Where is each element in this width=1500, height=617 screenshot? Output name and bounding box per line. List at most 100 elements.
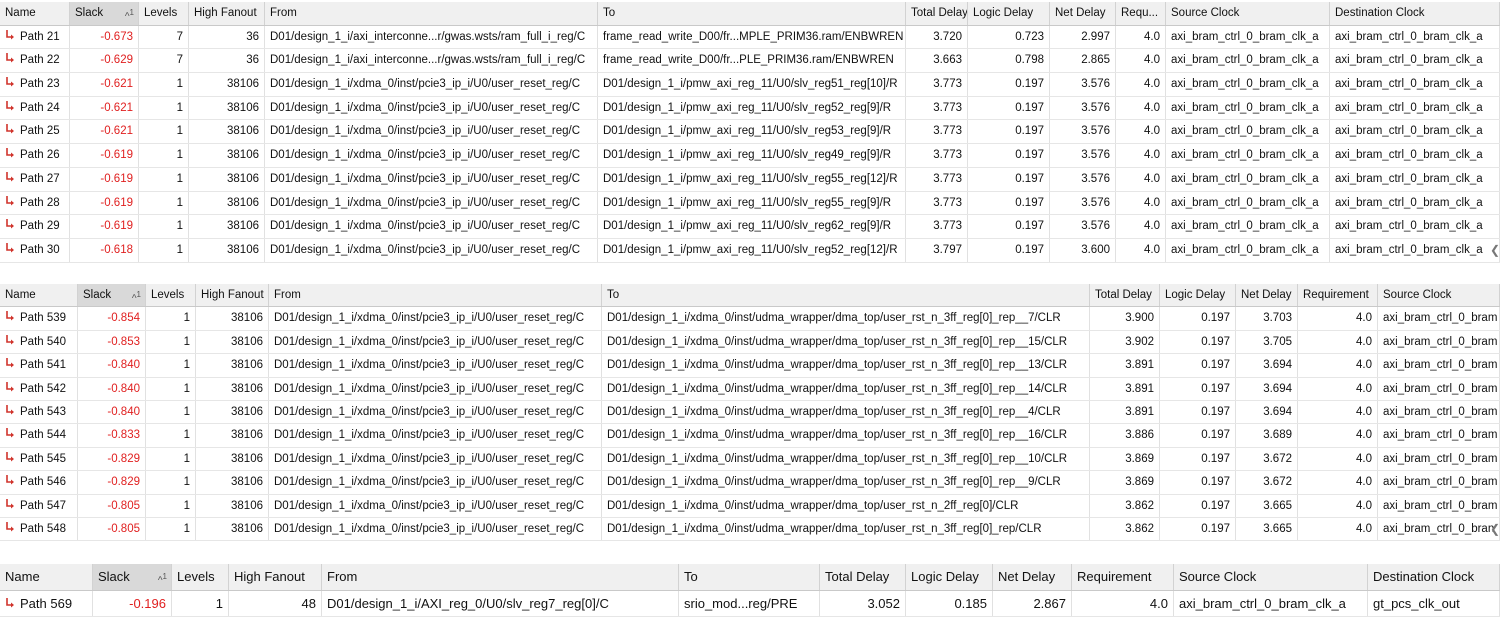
column-header-logic-delay[interactable]: Logic Delay [968, 2, 1050, 25]
cell-from: D01/design_1_i/xdma_0/inst/pcie3_ip_i/U0… [265, 144, 598, 167]
table-row[interactable]: Path 548-0.805138106D01/design_1_i/xdma_… [0, 518, 1500, 541]
path-arrow-icon [5, 335, 15, 346]
column-header-name[interactable]: Name [0, 2, 70, 25]
cell-source-clock: axi_bram_ctrl_0_bram_clk_a [1166, 168, 1330, 191]
column-header-total-delay[interactable]: Total Delay [820, 564, 906, 590]
table-row[interactable]: Path 28-0.619138106D01/design_1_i/xdma_0… [0, 192, 1500, 216]
column-header-net-delay[interactable]: Net Delay [993, 564, 1072, 590]
column-header-to[interactable]: To [679, 564, 820, 590]
cell-to: frame_read_write_D00/fr...MPLE_PRIM36.ra… [598, 26, 906, 49]
table-row[interactable]: Path 539-0.854138106D01/design_1_i/xdma_… [0, 307, 1500, 330]
cell-net-delay: 3.665 [1236, 495, 1298, 517]
column-header-destination-clock[interactable]: Destination Clock [1330, 2, 1500, 25]
path-name: Path 542 [20, 383, 66, 395]
table-row[interactable]: Path 23-0.621138106D01/design_1_i/xdma_0… [0, 73, 1500, 97]
column-header-slack[interactable]: Slack^1 [93, 564, 172, 590]
column-header-logic-delay[interactable]: Logic Delay [1160, 284, 1236, 306]
column-header-source-clock[interactable]: Source Clock [1174, 564, 1368, 590]
table-row[interactable]: Path 21-0.673736D01/design_1_i/axi_inter… [0, 26, 1500, 50]
cell-logic-delay: 0.197 [1160, 424, 1236, 446]
table-row[interactable]: Path 27-0.619138106D01/design_1_i/xdma_0… [0, 168, 1500, 192]
table-row[interactable]: Path 542-0.840138106D01/design_1_i/xdma_… [0, 378, 1500, 401]
cell-levels: 1 [146, 471, 196, 493]
column-header-levels[interactable]: Levels [139, 2, 189, 25]
column-header-label: Name [5, 7, 36, 19]
cell-net-delay: 3.576 [1050, 168, 1116, 191]
column-header-slack[interactable]: Slack^1 [70, 2, 139, 25]
cell-levels: 7 [139, 26, 189, 49]
column-header-total-delay[interactable]: Total Delay [906, 2, 968, 25]
cell-name: Path 542 [0, 378, 78, 400]
cell-net-delay: 2.865 [1050, 49, 1116, 72]
table-row[interactable]: Path 30-0.618138106D01/design_1_i/xdma_0… [0, 239, 1500, 263]
cell-source-clock: axi_bram_ctrl_0_bram [1378, 378, 1500, 400]
column-header-levels[interactable]: Levels [146, 284, 196, 306]
column-header-high-fanout[interactable]: High Fanout [196, 284, 269, 306]
cell-from: D01/design_1_i/axi_interconne...r/gwas.w… [265, 49, 598, 72]
column-header-high-fanout[interactable]: High Fanout [229, 564, 322, 590]
table-row[interactable]: Path 541-0.840138106D01/design_1_i/xdma_… [0, 354, 1500, 377]
table-row[interactable]: Path 22-0.629736D01/design_1_i/axi_inter… [0, 49, 1500, 73]
column-header-slack[interactable]: Slack^1 [78, 284, 146, 306]
column-header-total-delay[interactable]: Total Delay [1090, 284, 1160, 306]
path-name: Path 547 [20, 500, 66, 512]
table-row[interactable]: Path 547-0.805138106D01/design_1_i/xdma_… [0, 495, 1500, 518]
table-row[interactable]: Path 546-0.829138106D01/design_1_i/xdma_… [0, 471, 1500, 494]
column-header-to[interactable]: To [598, 2, 906, 25]
cell-logic-delay: 0.197 [968, 73, 1050, 96]
column-header-from[interactable]: From [269, 284, 602, 306]
column-header-to[interactable]: To [602, 284, 1090, 306]
cell-source-clock: axi_bram_ctrl_0_bram [1378, 401, 1500, 423]
cell-levels: 1 [139, 73, 189, 96]
cell-to: D01/design_1_i/pmw_axi_reg_11/U0/slv_reg… [598, 215, 906, 238]
column-header-name[interactable]: Name [0, 284, 78, 306]
cell-slack: -0.673 [70, 26, 139, 49]
cell-name: Path 547 [0, 495, 78, 517]
table-row[interactable]: Path 540-0.853138106D01/design_1_i/xdma_… [0, 331, 1500, 354]
table-row[interactable]: Path 25-0.621138106D01/design_1_i/xdma_0… [0, 120, 1500, 144]
table-row[interactable]: Path 543-0.840138106D01/design_1_i/xdma_… [0, 401, 1500, 424]
cell-high-fanout: 38106 [196, 448, 269, 470]
column-header-from[interactable]: From [322, 564, 679, 590]
path-name: Path 25 [20, 125, 60, 137]
table-row[interactable]: Path 26-0.619138106D01/design_1_i/xdma_0… [0, 144, 1500, 168]
column-header-logic-delay[interactable]: Logic Delay [906, 564, 993, 590]
table-row[interactable]: Path 29-0.619138106D01/design_1_i/xdma_0… [0, 215, 1500, 239]
scroll-right-chevron-icon[interactable]: ❮ [1490, 239, 1500, 262]
table-row[interactable]: Path 24-0.621138106D01/design_1_i/xdma_0… [0, 97, 1500, 121]
column-header-levels[interactable]: Levels [172, 564, 229, 590]
cell-total-delay: 3.663 [906, 49, 968, 72]
path-arrow-icon [5, 452, 15, 463]
cell-slack: -0.196 [93, 591, 172, 617]
cell-requirement: 4.0 [1298, 424, 1378, 446]
column-header-requirement[interactable]: Requirement [1298, 284, 1378, 306]
cell-levels: 1 [146, 401, 196, 423]
table-row[interactable]: Path 545-0.829138106D01/design_1_i/xdma_… [0, 448, 1500, 471]
cell-total-delay: 3.900 [1090, 307, 1160, 329]
cell-from: D01/design_1_i/xdma_0/inst/pcie3_ip_i/U0… [269, 401, 602, 423]
column-header-from[interactable]: From [265, 2, 598, 25]
column-header-destination-clock[interactable]: Destination Clock [1368, 564, 1500, 590]
table-row[interactable]: Path 544-0.833138106D01/design_1_i/xdma_… [0, 424, 1500, 447]
column-header-name[interactable]: Name [0, 564, 93, 590]
column-header-source-clock[interactable]: Source Clock [1166, 2, 1330, 25]
cell-net-delay: 3.689 [1236, 424, 1298, 446]
cell-high-fanout: 38106 [189, 144, 265, 167]
column-header-source-clock[interactable]: Source Clock [1378, 284, 1500, 306]
cell-net-delay: 3.665 [1236, 518, 1298, 540]
cell-high-fanout: 38106 [189, 97, 265, 120]
table-row[interactable]: Path 569-0.196148D01/design_1_i/AXI_reg_… [0, 591, 1500, 617]
cell-name: Path 539 [0, 307, 78, 329]
column-header-high-fanout[interactable]: High Fanout [189, 2, 265, 25]
cell-to: D01/design_1_i/xdma_0/inst/udma_wrapper/… [602, 354, 1090, 376]
column-header-requirement[interactable]: Requ... [1116, 2, 1166, 25]
column-header-net-delay[interactable]: Net Delay [1050, 2, 1116, 25]
column-header-net-delay[interactable]: Net Delay [1236, 284, 1298, 306]
column-header-requirement[interactable]: Requirement [1072, 564, 1174, 590]
cell-slack: -0.829 [78, 448, 146, 470]
scroll-right-chevron-icon[interactable]: ❮ [1490, 518, 1500, 540]
cell-source-clock: axi_bram_ctrl_0_bram_clk_a [1166, 26, 1330, 49]
column-header-label: Source Clock [1171, 7, 1239, 19]
cell-logic-delay: 0.197 [1160, 307, 1236, 329]
cell-slack: -0.619 [70, 144, 139, 167]
